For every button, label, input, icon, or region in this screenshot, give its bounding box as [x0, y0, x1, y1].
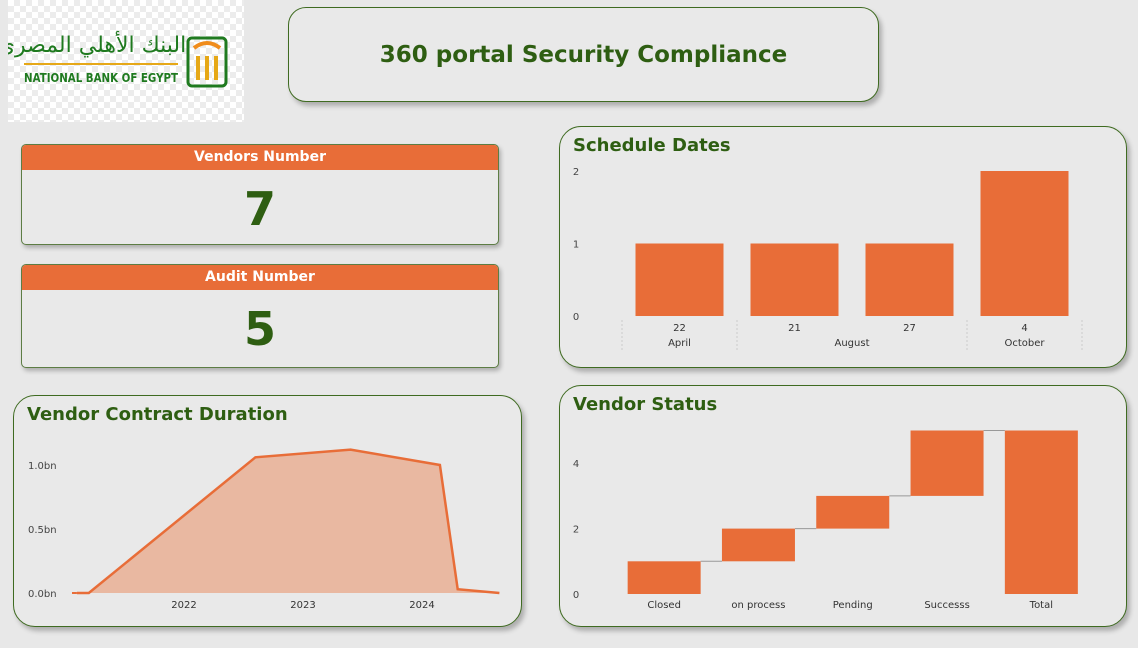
bar: [750, 243, 839, 316]
bank-logo: البنك الأهلي المصري NATIONAL BANK OF EGY…: [0, 0, 244, 122]
y-tick-label: 0: [573, 590, 579, 601]
y-tick-label: 2: [573, 525, 579, 536]
audit-number-label: Audit Number: [22, 265, 498, 290]
x-tick-label: 2023: [290, 600, 315, 611]
x-tick-label: 27: [903, 323, 916, 334]
schedule-dates-card: Schedule Dates 0 1 2 22 21 27 4 April August Octo…: [559, 126, 1127, 368]
x-tick-label: 2022: [171, 600, 196, 611]
x-group-label: August: [835, 338, 870, 349]
dashboard-title-card: 360 portal Security Compliance: [288, 7, 879, 102]
x-tick-label: Pending: [833, 600, 873, 611]
logo-underline: [24, 63, 178, 65]
x-tick-label: 21: [788, 323, 801, 334]
waterfall-bar: [721, 528, 795, 562]
x-tick-label: 2024: [409, 600, 434, 611]
vendor-contract-duration-card: Vendor Contract Duration 0.0bn 0.5bn 1.0bn…: [13, 395, 522, 627]
y-tick-label: 0.5bn: [28, 525, 57, 536]
schedule-dates-chart: 01222 21 27 4April August October: [573, 167, 1083, 350]
y-tick-label: 1: [573, 240, 579, 251]
logo-graphic: البنك الأهلي المصري NATIONAL BANK OF EGY…: [0, 31, 228, 88]
logo-english-text: NATIONAL BANK OF EGYPT: [24, 71, 179, 85]
y-tick-label: 2: [573, 167, 579, 178]
audit-number-value: 5: [243, 302, 276, 356]
logo-arabic-text: البنك الأهلي المصري: [8, 31, 186, 58]
x-group-label: October: [1004, 338, 1045, 349]
waterfall-bar: [627, 561, 701, 594]
x-tick-label: on process: [731, 600, 785, 611]
bar: [865, 243, 954, 316]
bar: [980, 171, 1069, 316]
waterfall-bar: [816, 495, 890, 529]
x-group-label: April: [668, 338, 691, 349]
vendors-number-card: Vendors Number 7: [21, 144, 499, 245]
y-tick-label: 0: [573, 312, 579, 323]
vendors-number-value: 7: [243, 182, 276, 236]
y-tick-label: 4: [573, 459, 579, 470]
page-title: 360 portal Security Compliance: [379, 41, 788, 68]
x-tick-label: Total: [1029, 600, 1053, 611]
audit-number-card: Audit Number 5: [21, 264, 499, 368]
area-fill: [76, 449, 500, 593]
vendor-status-card: Vendor Status 0 2 4 Closed on process Pending…: [559, 385, 1127, 627]
x-tick-label: Closed: [647, 600, 681, 611]
vendor-contract-duration-chart: 0.0bn 0.5bn 1.0bn 2022 2023 2024: [28, 448, 500, 611]
x-tick-label: 22: [673, 323, 686, 334]
y-tick-label: 1.0bn: [28, 461, 57, 472]
waterfall-bar: [910, 430, 984, 496]
bar: [635, 243, 724, 316]
x-tick-label: 4: [1021, 323, 1027, 334]
vendors-number-label: Vendors Number: [22, 145, 498, 170]
y-tick-label: 0.0bn: [28, 589, 57, 600]
vendor-status-chart: 0 2 4 Closed on process Pending Successs Total: [573, 430, 1078, 611]
logo-emblem-icon: [186, 36, 228, 88]
x-tick-label: Successs: [924, 600, 969, 611]
waterfall-bar: [1004, 430, 1078, 594]
